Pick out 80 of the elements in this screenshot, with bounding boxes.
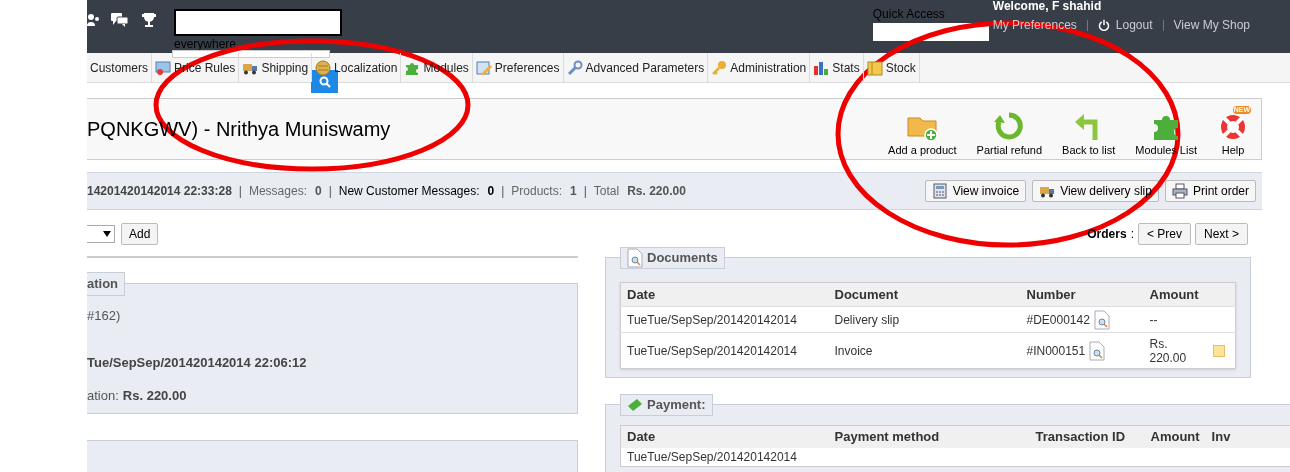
column-header: Inv bbox=[1205, 425, 1290, 448]
table-cell-text: Rs. 220.00 bbox=[1149, 336, 1188, 365]
table-cell: TueTue/SepSep/201420142014 bbox=[620, 332, 829, 369]
column-header: Date bbox=[620, 425, 829, 448]
quick-access-label: Quick Access bbox=[872, 7, 946, 21]
caret-icon bbox=[103, 230, 111, 237]
prev-button[interactable]: < Prev bbox=[1137, 222, 1191, 245]
summary-button[interactable]: Print order bbox=[1164, 180, 1256, 202]
summary-label: New Customer Messages: bbox=[338, 183, 480, 200]
orders-separator: : bbox=[1130, 225, 1134, 243]
summary-button[interactable]: View invoice bbox=[924, 180, 1027, 202]
orders-label: Orders bbox=[1087, 225, 1127, 243]
key-icon bbox=[711, 59, 728, 76]
document-number[interactable]: #IN000151 bbox=[1026, 341, 1086, 360]
chat-icon[interactable] bbox=[111, 12, 129, 28]
menu-item[interactable]: Customers bbox=[87, 53, 152, 82]
section-legend: Documents bbox=[620, 247, 725, 269]
menu-item[interactable]: Advanced Parameters bbox=[563, 53, 709, 82]
card-icon bbox=[155, 59, 171, 76]
section-legend: ation bbox=[87, 272, 126, 296]
select-field[interactable] bbox=[87, 224, 115, 243]
menu-item[interactable]: Stock bbox=[863, 53, 920, 82]
document-search-icon bbox=[1089, 340, 1106, 361]
table-cell: Invoice bbox=[828, 332, 1021, 369]
summary-value: 0 bbox=[314, 183, 322, 200]
pencil-icon bbox=[475, 59, 492, 76]
info-line: Tue/SepSep/201420142014 22:06:12 bbox=[87, 353, 308, 372]
bar-chart-icon bbox=[813, 59, 830, 76]
summary-button[interactable]: View delivery slip bbox=[1032, 180, 1159, 202]
separator: | bbox=[238, 183, 242, 200]
summary-value: 1 bbox=[570, 183, 577, 200]
header-link[interactable]: Logout bbox=[1097, 16, 1153, 34]
banknote-icon bbox=[627, 398, 643, 412]
calculator-icon bbox=[931, 183, 948, 199]
toolbar-button[interactable]: Add a product bbox=[886, 105, 959, 159]
order-date: 14201420142014 22:33:28 bbox=[87, 183, 232, 200]
summary-label: Products: bbox=[511, 183, 562, 200]
header-link[interactable]: View My Shop bbox=[1173, 16, 1250, 34]
document-number[interactable]: #DE000142 bbox=[1026, 310, 1090, 329]
search-icon bbox=[318, 75, 331, 88]
toolbar-button[interactable]: Partial refund bbox=[974, 105, 1045, 159]
section-legend: Payment: bbox=[620, 394, 713, 416]
toolbar-button[interactable]: Back to list bbox=[1060, 105, 1118, 159]
menu-item[interactable]: Preferences bbox=[472, 53, 564, 82]
power-icon bbox=[1097, 19, 1110, 31]
document-search-icon bbox=[1093, 309, 1110, 330]
column-header: Transaction ID bbox=[1029, 425, 1145, 448]
printer-icon bbox=[1171, 183, 1188, 199]
add-button[interactable]: Add bbox=[121, 222, 159, 245]
table-cell: TueTue/SepSep/201420142014 bbox=[620, 306, 829, 333]
summary-value: 0 bbox=[487, 183, 495, 200]
column-header: Amount bbox=[1144, 425, 1206, 448]
column-header: Number bbox=[1020, 282, 1144, 307]
wrench-icon bbox=[566, 59, 583, 76]
welcome-text: Welcome, F shahid bbox=[992, 0, 1103, 12]
search-scope-label: everywhere bbox=[174, 37, 238, 51]
column-header: Payment method bbox=[828, 425, 1030, 448]
search-field[interactable] bbox=[174, 9, 342, 36]
summary-value: Rs. 220.00 bbox=[627, 183, 686, 200]
column-header: Date bbox=[620, 282, 829, 307]
table-cell-text: -- bbox=[1149, 312, 1159, 327]
column-header: Amount bbox=[1143, 282, 1236, 307]
trophy-icon[interactable] bbox=[141, 12, 157, 28]
document-search-icon bbox=[627, 248, 643, 268]
separator: | bbox=[583, 183, 587, 200]
table-cell: Delivery slip bbox=[828, 306, 1021, 333]
info-line: #162) bbox=[87, 307, 122, 325]
summary-label: Total bbox=[593, 183, 620, 200]
summary-label: Messages: bbox=[248, 183, 307, 200]
table-cell: TueTue/SepSep/201420142014 bbox=[620, 447, 829, 466]
menu-item[interactable]: Administration bbox=[708, 53, 811, 82]
separator: | bbox=[501, 183, 505, 200]
box-icon bbox=[866, 59, 883, 76]
next-button[interactable]: Next > bbox=[1195, 222, 1248, 245]
menu-item[interactable]: Stats bbox=[810, 53, 864, 82]
separator: | bbox=[328, 183, 332, 200]
column-header: Document bbox=[828, 282, 1021, 307]
info-label: ation: bbox=[87, 387, 119, 405]
info-value: Rs. 220.00 bbox=[122, 387, 187, 405]
users-icon[interactable] bbox=[87, 13, 99, 27]
